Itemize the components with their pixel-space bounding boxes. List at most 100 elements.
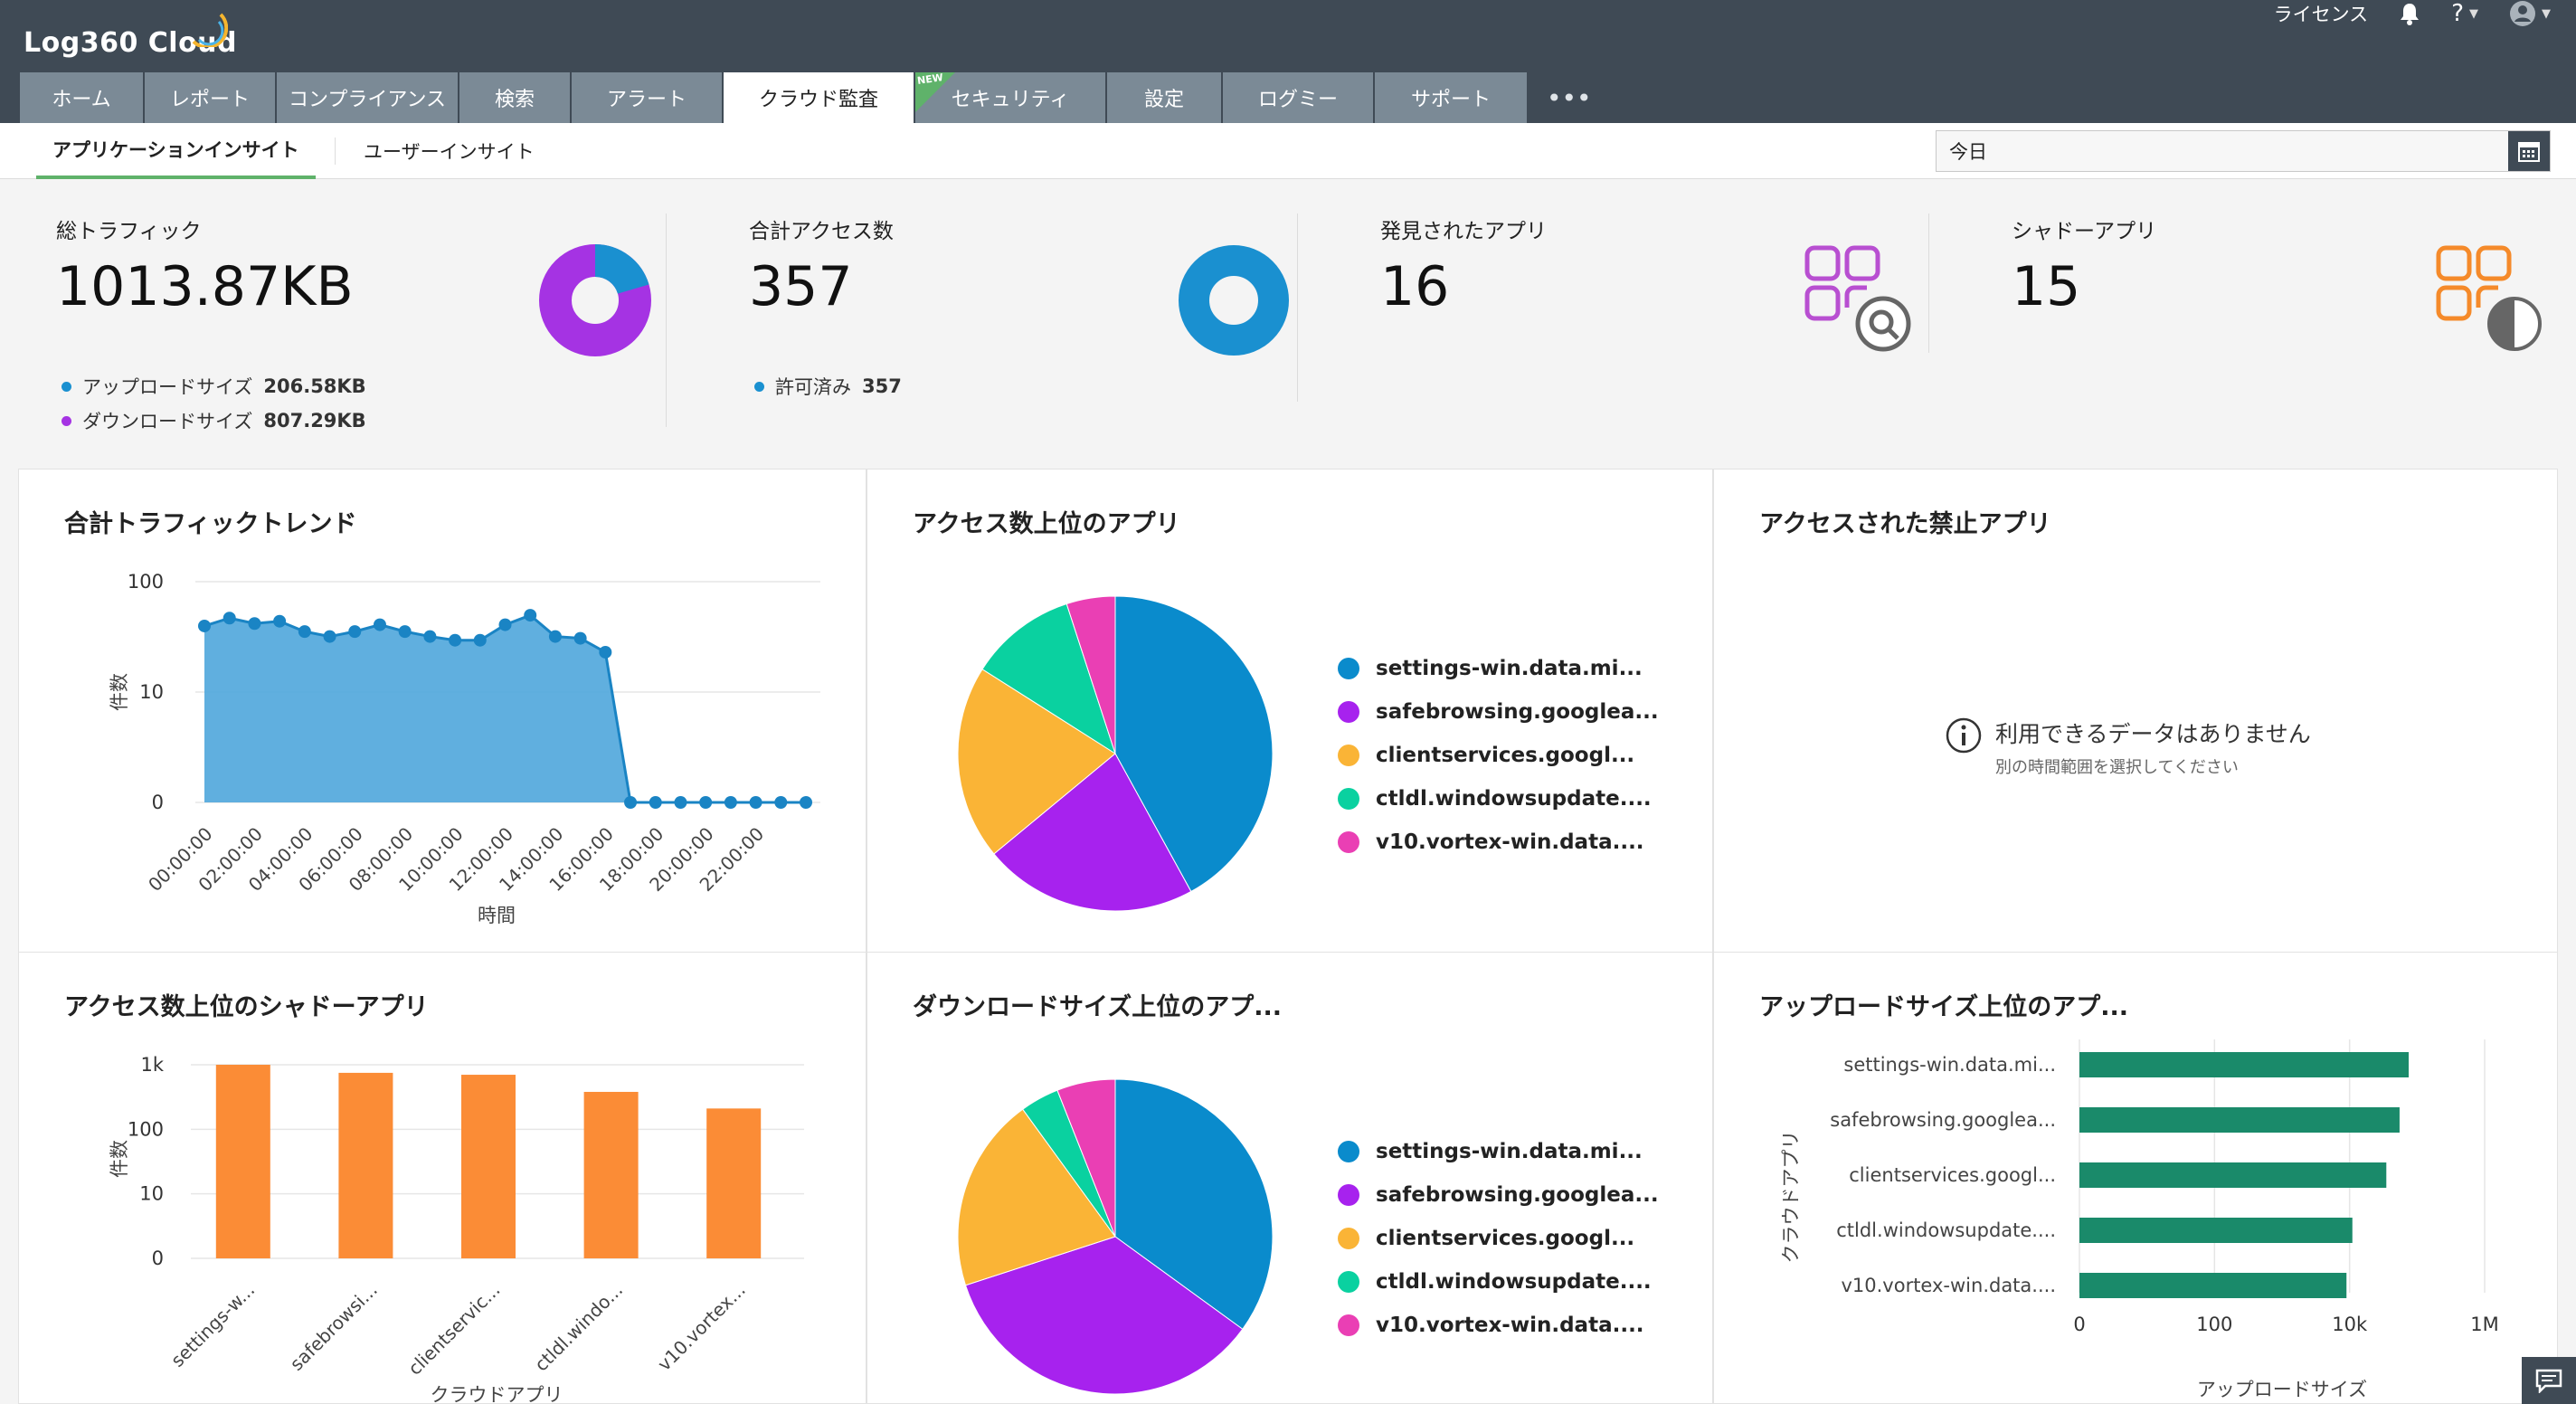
x-axis-title: アップロードサイズ (2197, 1379, 2367, 1400)
bar (2079, 1052, 2410, 1077)
trend-point (298, 625, 311, 639)
trend-point (198, 619, 211, 632)
card-top-access-apps: アクセス数上位のアプリ settings-win.data.mi... safeb… (867, 469, 1713, 953)
bar (583, 1091, 639, 1258)
x-tick-label: 0 (2073, 1314, 2085, 1335)
tab-support[interactable]: サポート (1375, 72, 1529, 123)
kpi-discovered-value: 16 (1380, 255, 1450, 318)
bar (2079, 1218, 2353, 1243)
help-icon: ? (2451, 0, 2464, 27)
legend-dot-icon (1338, 1228, 1359, 1249)
legend-label: safebrowsing.googlea... (1376, 700, 1659, 724)
legend-item[interactable]: v10.vortex-win.data.... (1338, 821, 1659, 864)
trend-point (473, 633, 487, 647)
x-tick-label: 10k (2332, 1314, 2368, 1335)
kpi-traffic-label: 総トラフィック (56, 220, 202, 243)
legend-item[interactable]: safebrowsing.googlea... (1338, 690, 1659, 734)
trend-point (774, 796, 788, 809)
help-menu[interactable]: ? ▼ (2451, 0, 2478, 27)
trend-point (498, 618, 512, 631)
legend-dot-icon (1338, 831, 1359, 853)
trend-point (449, 633, 462, 647)
download-legend: settings-win.data.mi... safebrowsing.goog… (1338, 1130, 1659, 1347)
user-menu[interactable]: ▼ (2509, 0, 2551, 27)
chat-button[interactable] (2522, 1357, 2576, 1404)
subtab-application-insight[interactable]: アプリケーションインサイト (36, 123, 316, 179)
kpi-divider (1928, 213, 1929, 353)
legend-item[interactable]: clientservices.googl... (1338, 734, 1659, 777)
legend-dot-icon (1338, 1271, 1359, 1293)
legend-item[interactable]: settings-win.data.mi... (1338, 1130, 1659, 1173)
bar (2079, 1273, 2347, 1298)
legend-label: clientservices.googl... (1376, 744, 1635, 767)
download-dot-icon (62, 415, 71, 426)
trend-point (248, 617, 261, 631)
legend-item[interactable]: v10.vortex-win.data.... (1338, 1304, 1659, 1347)
chevron-down-icon: ▼ (2469, 6, 2478, 21)
y-tick-label: ctldl.windowsupdate.... (1836, 1219, 2056, 1241)
bar (338, 1072, 393, 1258)
y-tick-label: settings-win.data.mi... (1843, 1054, 2056, 1076)
card-title: アクセスされた禁止アプリ (1759, 510, 2051, 538)
tab-home[interactable]: ホーム (20, 72, 145, 123)
tab-compliance[interactable]: コンプライアンス (277, 72, 459, 123)
legend-item[interactable]: ctldl.windowsupdate.... (1338, 1260, 1659, 1304)
legend-upload: アップロードサイズ 206.58KB (62, 373, 366, 400)
access-legend: 許可済み 357 (754, 373, 902, 407)
trend-point (223, 612, 236, 625)
legend-item[interactable]: settings-win.data.mi... (1338, 647, 1659, 690)
empty-state-hint: 別の時間範囲を選択してください (1995, 758, 2239, 777)
bar (215, 1065, 270, 1258)
more-tabs-button[interactable]: ••• (1529, 72, 1592, 123)
tab-search[interactable]: 検索 (459, 72, 572, 123)
trend-point (548, 630, 562, 643)
kpi-shadow-label: シャドーアプリ (2012, 220, 2157, 243)
legend-label: safebrowsing.googlea... (1376, 1183, 1659, 1207)
kpi-access-value: 357 (749, 255, 853, 318)
legend-dot-icon (1338, 788, 1359, 810)
trend-point (724, 796, 737, 809)
legend-dot-icon (1338, 1141, 1359, 1162)
tab-reports[interactable]: レポート (145, 72, 277, 123)
bell-icon[interactable] (2399, 2, 2420, 25)
kpi-traffic-value: 1013.87KB (56, 255, 354, 318)
tab-settings[interactable]: 設定 (1107, 72, 1223, 123)
legend-label: settings-win.data.mi... (1376, 657, 1643, 680)
tab-alerts[interactable]: アラート (572, 72, 724, 123)
legend-label: ctldl.windowsupdate.... (1376, 1270, 1652, 1294)
calendar-button[interactable] (2508, 131, 2550, 171)
upload-bar-chart: 0 100 10k 1M settings-win.data.mi... safebrow… (1780, 1039, 2499, 1400)
y-tick-label: safebrowsing.googlea... (1830, 1109, 2056, 1131)
tab-cloud-audit[interactable]: クラウド監査 (724, 72, 915, 123)
traffic-legend: アップロードサイズ 206.58KB ダウンロードサイズ 807.29KB (62, 373, 366, 441)
trend-point (398, 625, 412, 639)
trend-point (323, 630, 336, 643)
allowed-dot-icon (754, 381, 764, 392)
legend-item[interactable]: ctldl.windowsupdate.... (1338, 777, 1659, 821)
top-navigation-bar: Log360 Cloud ライセンス ? ▼ ▼ ホーム レポート コンプライアン… (0, 0, 2576, 123)
tab-security[interactable]: NEW セキュリティ (915, 71, 1107, 123)
legend-dot-icon (1338, 1314, 1359, 1336)
y-tick-label: 10 (139, 681, 164, 703)
trend-point (524, 609, 537, 622)
legend-dot-icon (1338, 658, 1359, 679)
bar (706, 1108, 762, 1258)
apps-shadow-icon (2436, 245, 2542, 351)
y-tick-label: clientservices.googl... (1849, 1164, 2056, 1186)
y-tick-label: 0 (152, 792, 164, 813)
legend-item[interactable]: safebrowsing.googlea... (1338, 1173, 1659, 1217)
chevron-down-icon: ▼ (2542, 6, 2551, 21)
license-link[interactable]: ライセンス (2274, 0, 2369, 27)
x-tick-label: v10.vortex... (653, 1279, 750, 1376)
tab-logme[interactable]: ログミー (1223, 72, 1375, 123)
y-axis-title: 件数 (109, 673, 130, 711)
info-icon (1946, 717, 1982, 754)
legend-label: v10.vortex-win.data.... (1376, 1314, 1644, 1337)
x-tick-label: safebrowsi... (286, 1279, 382, 1375)
legend-item[interactable]: clientservices.googl... (1338, 1217, 1659, 1260)
subtab-user-insight[interactable]: ユーザーインサイト (364, 123, 535, 179)
trend-point (373, 618, 386, 631)
date-range-picker[interactable]: 今日 (1936, 130, 2551, 172)
y-tick-label: 100 (128, 1118, 164, 1140)
calendar-icon (2518, 142, 2540, 162)
